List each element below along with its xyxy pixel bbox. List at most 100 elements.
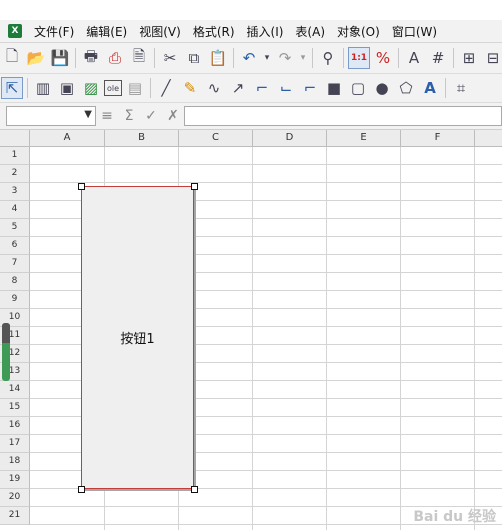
menu-object[interactable]: 对象(O) (331, 23, 386, 40)
cut-icon[interactable]: ✂ (159, 47, 181, 69)
select-all-corner[interactable] (0, 130, 30, 147)
spreadsheet-grid[interactable]: A B C D E F 1 2 3 4 5 6 7 8 9 10 11 12 1… (0, 130, 502, 530)
form-button[interactable]: 按钮1 (81, 186, 194, 489)
redo-dropdown-icon[interactable]: ▾ (298, 47, 308, 69)
image-icon[interactable]: ▨ (80, 77, 102, 99)
row-header-20[interactable]: 20 (0, 489, 30, 507)
name-box[interactable]: ▼ (6, 106, 96, 126)
row-header-1[interactable]: 1 (0, 147, 30, 165)
text-frame-icon[interactable]: A (403, 47, 425, 69)
menu-file[interactable]: 文件(F) (28, 23, 80, 40)
menu-view[interactable]: 视图(V) (133, 23, 187, 40)
row-header-21[interactable]: 21 (0, 507, 30, 525)
new-doc-icon[interactable]: 🗋 (1, 47, 23, 69)
row-header-7[interactable]: 7 (0, 255, 30, 273)
connector2-icon[interactable]: ⌙ (275, 77, 297, 99)
save-icon[interactable]: 💾 (49, 47, 71, 69)
function-wizard-icon[interactable]: ≡ (96, 108, 118, 124)
print-preview-icon[interactable]: 🗎 (128, 47, 150, 69)
undo-icon[interactable]: ↶ (238, 47, 260, 69)
ellipse-icon[interactable]: ● (371, 77, 393, 99)
row-header-17[interactable]: 17 (0, 435, 30, 453)
connector3-icon[interactable]: ⌐ (299, 77, 321, 99)
column-header-f[interactable]: F (401, 130, 475, 147)
grid-line (326, 147, 327, 530)
row-header-16[interactable]: 16 (0, 417, 30, 435)
standard-toolbar: 🗋 📂 💾 🖶 ⎙ 🗎 ✂ ⧉ 📋 ↶ ▾ ↷ ▾ ⚲ 1:1 % A # ⊞ … (0, 43, 502, 74)
print-icon[interactable]: 🖶 (80, 47, 102, 69)
sum-icon[interactable]: Σ (118, 108, 140, 124)
toolbar-separator (154, 48, 155, 68)
app-icon: X (8, 24, 22, 38)
column-header-b[interactable]: B (105, 130, 179, 147)
ole-icon[interactable]: ole (104, 80, 122, 96)
grid-line (30, 164, 502, 165)
row-header-8[interactable]: 8 (0, 273, 30, 291)
grid-icon[interactable]: # (427, 47, 449, 69)
row-header-3[interactable]: 3 (0, 183, 30, 201)
row-header-2[interactable]: 2 (0, 165, 30, 183)
pen-icon[interactable]: ✎ (179, 77, 201, 99)
curve-icon[interactable]: ∿ (203, 77, 225, 99)
menu-format[interactable]: 格式(R) (187, 23, 241, 40)
more-icon[interactable]: ⊟ (482, 47, 502, 69)
resize-handle-bottom-left[interactable] (78, 486, 85, 493)
accept-icon[interactable]: ✓ (140, 108, 162, 124)
toolbar-separator (453, 48, 454, 68)
table-icon[interactable]: ⊞ (458, 47, 480, 69)
formula-input[interactable] (184, 106, 502, 126)
menu-bar: X 文件(F) 编辑(E) 视图(V) 格式(R) 插入(I) 表(A) 对象(… (0, 20, 502, 43)
resize-handle-top-left[interactable] (78, 183, 85, 190)
fontwork-icon[interactable]: A (419, 77, 441, 99)
rectangle-icon[interactable]: ■ (323, 77, 345, 99)
line-icon[interactable]: ╱ (155, 77, 177, 99)
column-header-a[interactable]: A (30, 130, 105, 147)
column-header-e[interactable]: E (327, 130, 401, 147)
undo-dropdown-icon[interactable]: ▾ (262, 47, 272, 69)
menu-edit[interactable]: 编辑(E) (80, 23, 133, 40)
shapes-icon[interactable]: ⬠ (395, 77, 417, 99)
paste-icon[interactable]: 📋 (207, 47, 229, 69)
frame-icon[interactable]: ▣ (56, 77, 78, 99)
row-header-15[interactable]: 15 (0, 399, 30, 417)
grid-line (400, 147, 401, 530)
column-icon[interactable]: ▥ (32, 77, 54, 99)
row-header-6[interactable]: 6 (0, 237, 30, 255)
column-header-d[interactable]: D (253, 130, 327, 147)
menu-insert[interactable]: 插入(I) (241, 23, 290, 40)
row-header-18[interactable]: 18 (0, 453, 30, 471)
row-header-19[interactable]: 19 (0, 471, 30, 489)
redo-icon[interactable]: ↷ (274, 47, 296, 69)
row-header-4[interactable]: 4 (0, 201, 30, 219)
column-header-c[interactable]: C (179, 130, 253, 147)
copy-icon[interactable]: ⧉ (183, 47, 205, 69)
toolbar-separator (75, 48, 76, 68)
cancel-icon[interactable]: ✗ (162, 108, 184, 124)
menu-window[interactable]: 窗口(W) (386, 23, 443, 40)
toolbar-separator (398, 48, 399, 68)
chart-icon[interactable]: ▤ (124, 77, 146, 99)
toolbar-separator (312, 48, 313, 68)
row-header-14[interactable]: 14 (0, 381, 30, 399)
drawing-toolbar: ⇱ ▥ ▣ ▨ ole ▤ ╱ ✎ ∿ ↗ ⌐ ⌙ ⌐ ■ ▢ ● ⬠ A ⌗ (0, 74, 502, 103)
arrow-icon[interactable]: ↗ (227, 77, 249, 99)
scroll-thumb-cap[interactable] (2, 323, 10, 343)
rounded-rect-icon[interactable]: ▢ (347, 77, 369, 99)
row-header-9[interactable]: 9 (0, 291, 30, 309)
watermark: Bai du 经验 (413, 509, 496, 525)
crop-icon[interactable]: ⌗ (450, 77, 472, 99)
row-header-5[interactable]: 5 (0, 219, 30, 237)
find-icon[interactable]: ⚲ (317, 47, 339, 69)
actual-size-icon[interactable]: 1:1 (348, 47, 370, 69)
form-button-label: 按钮1 (120, 332, 155, 347)
resize-handle-bottom-right[interactable] (191, 486, 198, 493)
zoom-icon[interactable]: % (372, 47, 394, 69)
column-header-g[interactable] (475, 130, 502, 147)
export-pdf-icon[interactable]: ⎙ (104, 47, 126, 69)
select-arrow-icon[interactable]: ⇱ (1, 77, 23, 99)
resize-handle-top-right[interactable] (191, 183, 198, 190)
menu-table[interactable]: 表(A) (289, 23, 331, 40)
connector-icon[interactable]: ⌐ (251, 77, 273, 99)
chevron-down-icon[interactable]: ▼ (84, 109, 92, 120)
open-folder-icon[interactable]: 📂 (25, 47, 47, 69)
